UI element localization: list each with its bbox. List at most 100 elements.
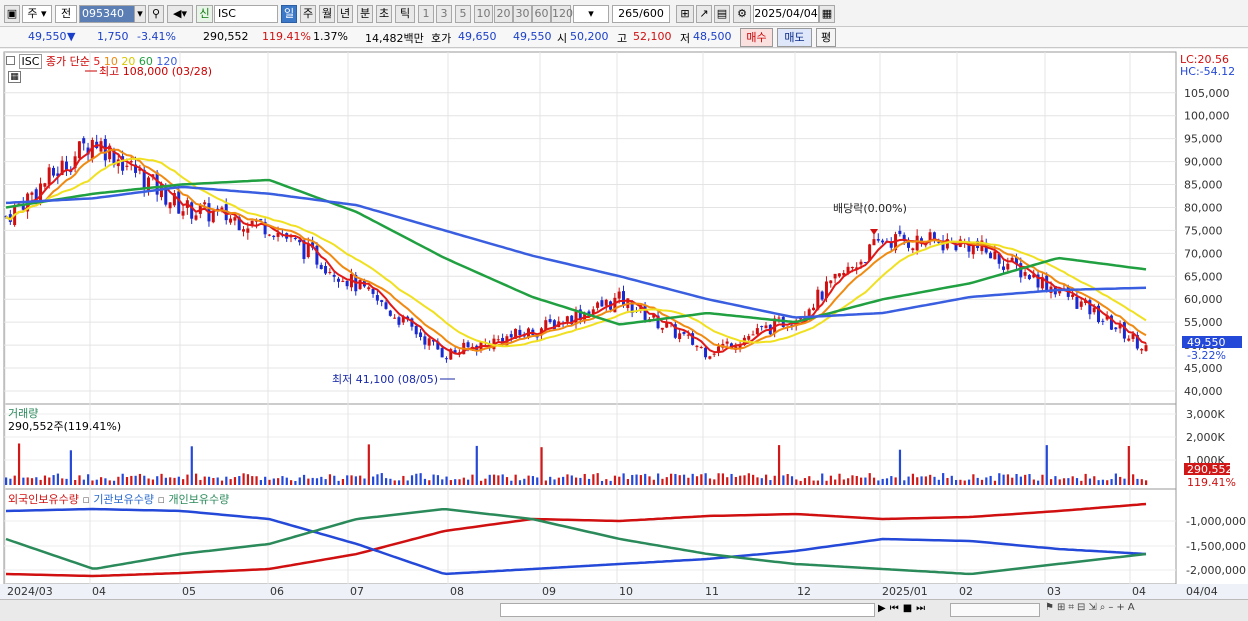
interval-select[interactable]: ▾ [573,5,609,23]
volume-bar [108,480,111,485]
ma-10[interactable]: 10 [104,55,118,68]
chart-area[interactable]: 105,000 100,000 95,000 90,000 85,000 80,000 75… [0,49,1248,621]
volume-bar [104,478,107,485]
min-price-label: 최저 41,100 (08/05) [332,373,438,386]
nav-controls-icon[interactable]: ▶⏮■⏭ [878,603,938,617]
ma-120[interactable]: 120 [156,55,177,68]
volume-bar [575,477,578,485]
volume-bar [1101,479,1105,485]
candle-body [293,237,297,239]
num-120[interactable]: 120 [551,5,573,23]
ma-5[interactable]: 5 [93,55,100,68]
volume-bar [972,474,975,485]
volume-bar [752,474,755,485]
legend-box-icon [6,56,15,65]
search-icon[interactable]: ⚲ [148,5,164,23]
period-second[interactable]: 초 [376,5,392,23]
period-year[interactable]: 년 [337,5,353,23]
chart-svg[interactable]: 105,000 100,000 95,000 90,000 85,000 80,000 75… [0,49,1248,599]
sell-button[interactable]: 매도 [777,28,812,47]
market-select[interactable]: 주 ▾ [22,5,52,23]
draw-icon[interactable]: ↗ [696,5,712,23]
volume-bar [816,480,820,485]
volume-bar [1088,478,1092,485]
settings-icon[interactable]: ⚙ [733,5,751,23]
volume-bar [441,479,444,485]
scrollbar-track[interactable] [500,603,875,617]
volume-bar [121,473,124,485]
candle-body [725,341,729,344]
num-3[interactable]: 3 [436,5,452,23]
num-60[interactable]: 60 [532,5,551,23]
volume-bar [505,477,509,485]
grid-toggle-icon[interactable]: ▦ [8,71,21,83]
volume-bar [173,477,176,485]
num-30[interactable]: 30 [513,5,532,23]
sound-icon[interactable]: ◀▾ [167,5,193,23]
volume-bar [220,480,224,485]
period-tick[interactable]: 틱 [395,5,415,23]
candle-body [246,228,250,233]
volume-bar [281,476,284,485]
volume-bar [182,479,185,485]
volume-bar [9,478,12,485]
toolbar: ▣ 주 ▾ 전 095340 ▾ ⚲ ◀▾ 신 ISC 일 주 월 년 분 초 … [0,0,1248,27]
volume-bar [475,445,478,485]
ask-label: 호가 [431,32,452,45]
volume-bar [540,447,543,485]
holder-foreign[interactable]: 외국인보유수량 [8,493,79,506]
evaluate-button[interactable]: 평 [816,28,836,47]
volume-bar [967,479,971,485]
calendar-icon[interactable]: ▦ [819,5,835,23]
num-1[interactable]: 1 [418,5,434,23]
volume-bar [272,478,275,485]
candle-body [1101,320,1105,322]
period-month[interactable]: 월 [319,5,335,23]
price-title[interactable]: ISC [18,54,43,69]
num-20[interactable]: 20 [494,5,513,23]
chart-menu-icon[interactable]: ▣ [4,5,20,23]
buy-button[interactable]: 매수 [740,28,773,47]
ma-20[interactable]: 20 [121,55,135,68]
ma-60[interactable]: 60 [139,55,153,68]
volume-bar [78,475,81,485]
volume-bar [536,477,539,485]
volume-bar [298,477,301,485]
period-minute[interactable]: 분 [357,5,373,23]
volume-bar [1127,445,1130,485]
x-tick-label: 04 [1132,585,1146,598]
candle-body [337,278,340,282]
code-dropdown-icon[interactable]: ▾ [134,5,146,23]
high-label: 고 [617,32,628,45]
save-icon[interactable]: ▤ [714,5,730,23]
period-week[interactable]: 주 [300,5,316,23]
scope-select[interactable]: 전 [55,5,77,23]
volume-bar [229,479,232,485]
volume-bar [134,475,137,485]
tool-icons[interactable]: ⚑⊞⌗⊟⇲⌕–+A [1045,602,1138,613]
count-display[interactable]: 265/600 [612,5,670,23]
ma-label[interactable]: 종가 단순 [46,55,90,68]
holder-individual[interactable]: 개인보유수량 [169,493,230,506]
volume-bar [65,478,68,485]
holder-institution[interactable]: 기관보유수량 [93,493,154,506]
num-10[interactable]: 10 [474,5,493,23]
num-5[interactable]: 5 [455,5,471,23]
volume-bar [1054,476,1057,485]
candle-body [1079,301,1083,307]
candle-body [604,299,608,306]
candle-body [1058,290,1062,294]
date-input[interactable]: 2025/04/04 [753,5,819,23]
indicator-icon[interactable]: ⊞ [676,5,694,23]
hc-label: HC:-54.12 [1180,65,1235,78]
volume-bar [1084,473,1087,485]
volume-bar [233,477,237,485]
code-input[interactable]: 095340 [79,5,135,23]
candle-body [371,288,375,294]
zoom-slider[interactable] [950,603,1040,617]
period-day[interactable]: 일 [281,5,297,23]
high-price: 52,100 [633,30,672,43]
volume-bar [393,480,396,485]
candle-body [444,358,448,360]
candle-body [1006,263,1010,270]
